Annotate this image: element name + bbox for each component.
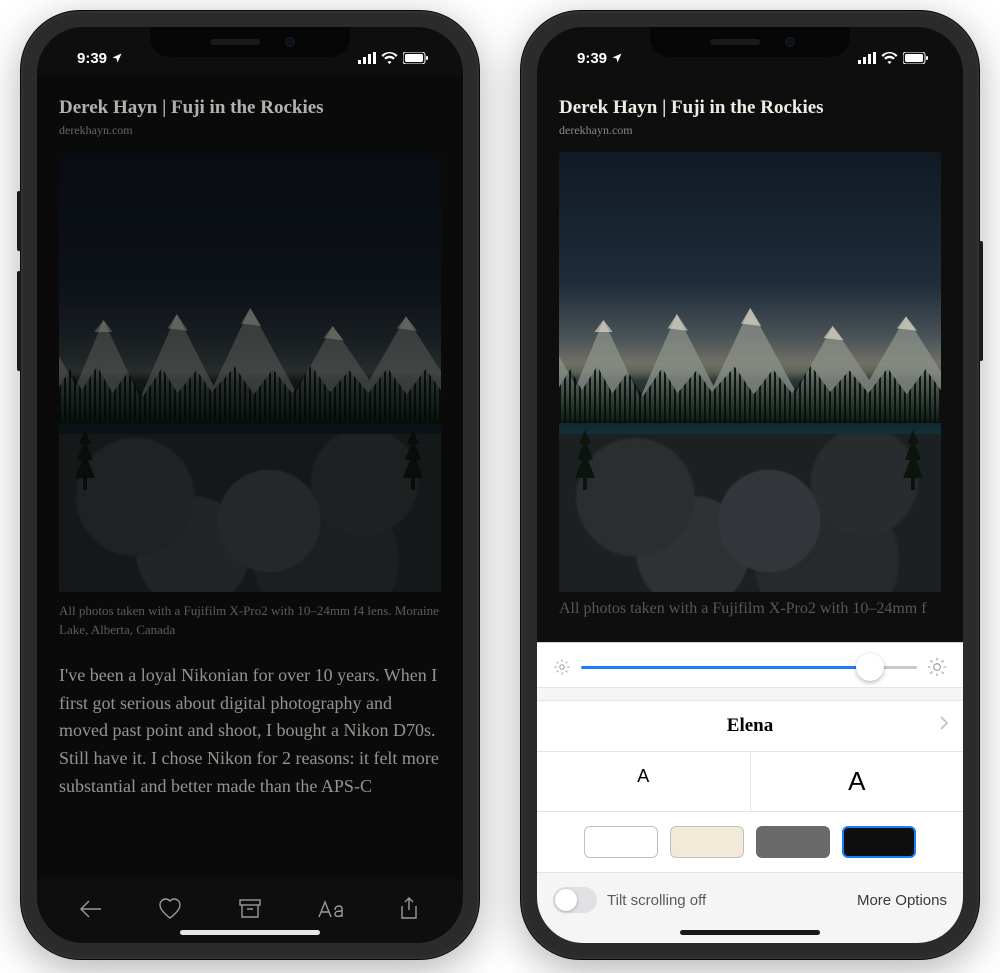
appearance-sheet: Elena A A Tilt scrolling off <box>537 642 963 943</box>
more-options-button[interactable]: More Options <box>857 892 947 909</box>
article-photo <box>559 152 941 592</box>
theme-sepia[interactable] <box>670 826 744 858</box>
article-title: Derek Hayn | Fuji in the Rockies <box>59 97 441 119</box>
brightness-slider[interactable] <box>581 666 917 669</box>
tilt-scrolling-label: Tilt scrolling off <box>607 892 706 909</box>
article-content[interactable]: Derek Hayn | Fuji in the Rockies derekha… <box>37 75 463 879</box>
notch <box>650 27 850 57</box>
article-source: derekhayn.com <box>559 123 941 138</box>
archive-button[interactable] <box>222 887 278 931</box>
text-size-row: A A <box>537 752 963 812</box>
article-photo <box>59 152 441 592</box>
wifi-icon <box>381 52 398 64</box>
status-time: 9:39 <box>577 50 607 67</box>
photo-caption: All photos taken with a Fujifilm X-Pro2 … <box>59 602 441 640</box>
photo-caption-clipped: All photos taken with a Fujifilm X-Pro2 … <box>559 600 941 618</box>
brightness-high-icon <box>927 657 947 677</box>
text-size-larger[interactable]: A <box>751 752 964 811</box>
phone-frame-left: 9:39 Derek Hayn | Fuji in the Rockies de… <box>20 10 480 960</box>
appearance-button[interactable] <box>302 887 358 931</box>
screen-right: 9:39 Derek Hayn | Fuji in the Rockies de… <box>537 27 963 943</box>
theme-black[interactable] <box>842 826 916 858</box>
article-source: derekhayn.com <box>59 123 441 138</box>
brightness-low-icon <box>553 658 571 676</box>
chevron-right-icon <box>939 715 949 737</box>
font-name: Elena <box>727 715 773 736</box>
text-size-smaller[interactable]: A <box>537 752 751 811</box>
like-button[interactable] <box>142 887 198 931</box>
phone-frame-right: 9:39 Derek Hayn | Fuji in the Rockies de… <box>520 10 980 960</box>
article-body: I've been a loyal Nikonian for over 10 y… <box>59 662 441 801</box>
screen-left: 9:39 Derek Hayn | Fuji in the Rockies de… <box>37 27 463 943</box>
options-row: Tilt scrolling off More Options <box>537 873 963 919</box>
tilt-scrolling-toggle[interactable] <box>553 887 597 913</box>
cellular-icon <box>358 52 376 64</box>
theme-gray[interactable] <box>756 826 830 858</box>
location-icon <box>611 52 623 64</box>
back-button[interactable] <box>63 887 119 931</box>
share-button[interactable] <box>381 887 437 931</box>
brightness-thumb[interactable] <box>856 653 884 681</box>
brightness-row <box>537 643 963 688</box>
battery-icon <box>903 52 929 64</box>
status-time: 9:39 <box>77 50 107 67</box>
article-title: Derek Hayn | Fuji in the Rockies <box>559 97 941 119</box>
home-indicator[interactable] <box>180 930 320 935</box>
notch <box>150 27 350 57</box>
home-indicator[interactable] <box>680 930 820 935</box>
wifi-icon <box>881 52 898 64</box>
cellular-icon <box>858 52 876 64</box>
theme-row <box>537 812 963 873</box>
theme-white[interactable] <box>584 826 658 858</box>
font-picker[interactable]: Elena <box>537 700 963 752</box>
location-icon <box>111 52 123 64</box>
battery-icon <box>403 52 429 64</box>
